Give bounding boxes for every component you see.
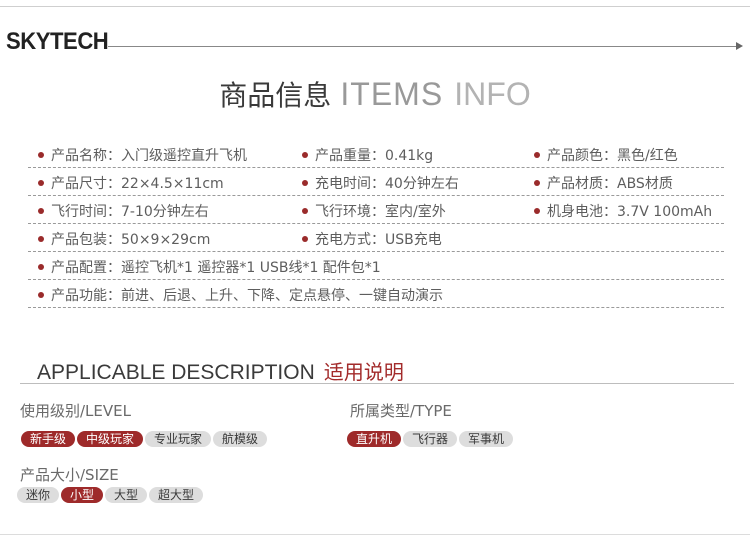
spec-item: 充电时间：40分钟左右 bbox=[302, 173, 459, 193]
spec-row: 产品包装：50×9×29cm 充电方式：USB充电 bbox=[28, 224, 724, 252]
brand-logo: SKYTECH bbox=[6, 28, 109, 55]
section-divider bbox=[20, 383, 734, 384]
size-tag-small: 小型 bbox=[61, 487, 104, 503]
arrow-right-icon bbox=[736, 42, 743, 50]
spec-item: 充电方式：USB充电 bbox=[302, 229, 442, 249]
title-cn: 商品信息 bbox=[219, 79, 332, 112]
size-tag-extra-large: 超大型 bbox=[149, 487, 204, 503]
bullet-icon bbox=[38, 180, 44, 186]
bullet-icon bbox=[38, 264, 44, 270]
spec-row: 飞行时间：7-10分钟左右 飞行环境：室内/室外 机身电池：3.7V 100mA… bbox=[28, 196, 724, 224]
top-divider bbox=[0, 6, 750, 7]
level-tag-model: 航模级 bbox=[213, 431, 268, 447]
brand-divider bbox=[108, 46, 738, 47]
applicable-title-cn: 适用说明 bbox=[323, 360, 404, 384]
spec-item: 产品配置：遥控飞机*1 遥控器*1 USB线*1 配件包*1 bbox=[38, 257, 381, 277]
watermark: 兴奥网络科技 bbox=[644, 493, 723, 507]
bullet-icon bbox=[302, 236, 308, 242]
title-en-bold: ITEMS bbox=[340, 75, 444, 112]
bullet-icon bbox=[534, 152, 540, 158]
spec-item: 产品重量：0.41kg bbox=[302, 145, 433, 165]
type-label: 所属类型/TYPE bbox=[350, 402, 452, 420]
bullet-icon bbox=[302, 208, 308, 214]
bullet-icon bbox=[38, 236, 44, 242]
size-label: 产品大小/SIZE bbox=[20, 466, 119, 484]
bullet-icon bbox=[534, 180, 540, 186]
bullet-icon bbox=[534, 208, 540, 214]
applicable-title-en: APPLICABLE DESCRIPTION bbox=[37, 361, 315, 384]
type-tag-aircraft: 飞行器 bbox=[403, 431, 458, 447]
size-tags: 迷你 小型 大型 超大型 bbox=[17, 484, 205, 503]
section-title-applicable: APPLICABLE DESCRIPTION 适用说明 bbox=[37, 356, 404, 385]
level-tag-intermediate: 中级玩家 bbox=[77, 431, 144, 447]
type-tag-military: 军事机 bbox=[459, 431, 514, 447]
type-tags: 直升机 飞行器 军事机 bbox=[347, 428, 515, 447]
bullet-icon bbox=[38, 208, 44, 214]
spec-row: 产品配置：遥控飞机*1 遥控器*1 USB线*1 配件包*1 bbox=[28, 252, 724, 280]
spec-item: 产品材质：ABS材质 bbox=[534, 173, 673, 193]
spec-row: 产品名称：入门级遥控直升飞机 产品重量：0.41kg 产品颜色：黑色/红色 bbox=[28, 140, 724, 168]
spec-item: 产品包装：50×9×29cm bbox=[38, 229, 210, 249]
bullet-icon bbox=[302, 180, 308, 186]
level-tags: 新手级 中级玩家 专业玩家 航模级 bbox=[21, 428, 269, 447]
spec-table: 产品名称：入门级遥控直升飞机 产品重量：0.41kg 产品颜色：黑色/红色 产品… bbox=[28, 140, 724, 308]
spec-row: 产品功能：前进、后退、上升、下降、定点悬停、一键自动演示 bbox=[28, 280, 724, 308]
spec-item: 机身电池：3.7V 100mAh bbox=[534, 201, 712, 221]
spec-item: 飞行时间：7-10分钟左右 bbox=[38, 201, 209, 221]
section-title-items-info: 商品信息 ITEMS INFO bbox=[0, 74, 750, 114]
bottom-divider bbox=[0, 534, 750, 535]
bullet-icon bbox=[38, 292, 44, 298]
type-tag-helicopter: 直升机 bbox=[347, 431, 402, 447]
spec-item: 产品尺寸：22×4.5×11cm bbox=[38, 173, 224, 193]
spec-item: 产品颜色：黑色/红色 bbox=[534, 145, 678, 165]
title-en-light: INFO bbox=[454, 75, 531, 112]
bullet-icon bbox=[38, 152, 44, 158]
level-tag-professional: 专业玩家 bbox=[145, 431, 212, 447]
spec-item: 产品名称：入门级遥控直升飞机 bbox=[38, 145, 247, 165]
bullet-icon bbox=[302, 152, 308, 158]
spec-row: 产品尺寸：22×4.5×11cm 充电时间：40分钟左右 产品材质：ABS材质 bbox=[28, 168, 724, 196]
spec-item: 产品功能：前进、后退、上升、下降、定点悬停、一键自动演示 bbox=[38, 285, 443, 305]
spec-item: 飞行环境：室内/室外 bbox=[302, 201, 446, 221]
level-label: 使用级别/LEVEL bbox=[20, 402, 131, 420]
size-tag-mini: 迷你 bbox=[17, 487, 60, 503]
level-tag-beginner: 新手级 bbox=[21, 431, 76, 447]
size-tag-large: 大型 bbox=[105, 487, 148, 503]
